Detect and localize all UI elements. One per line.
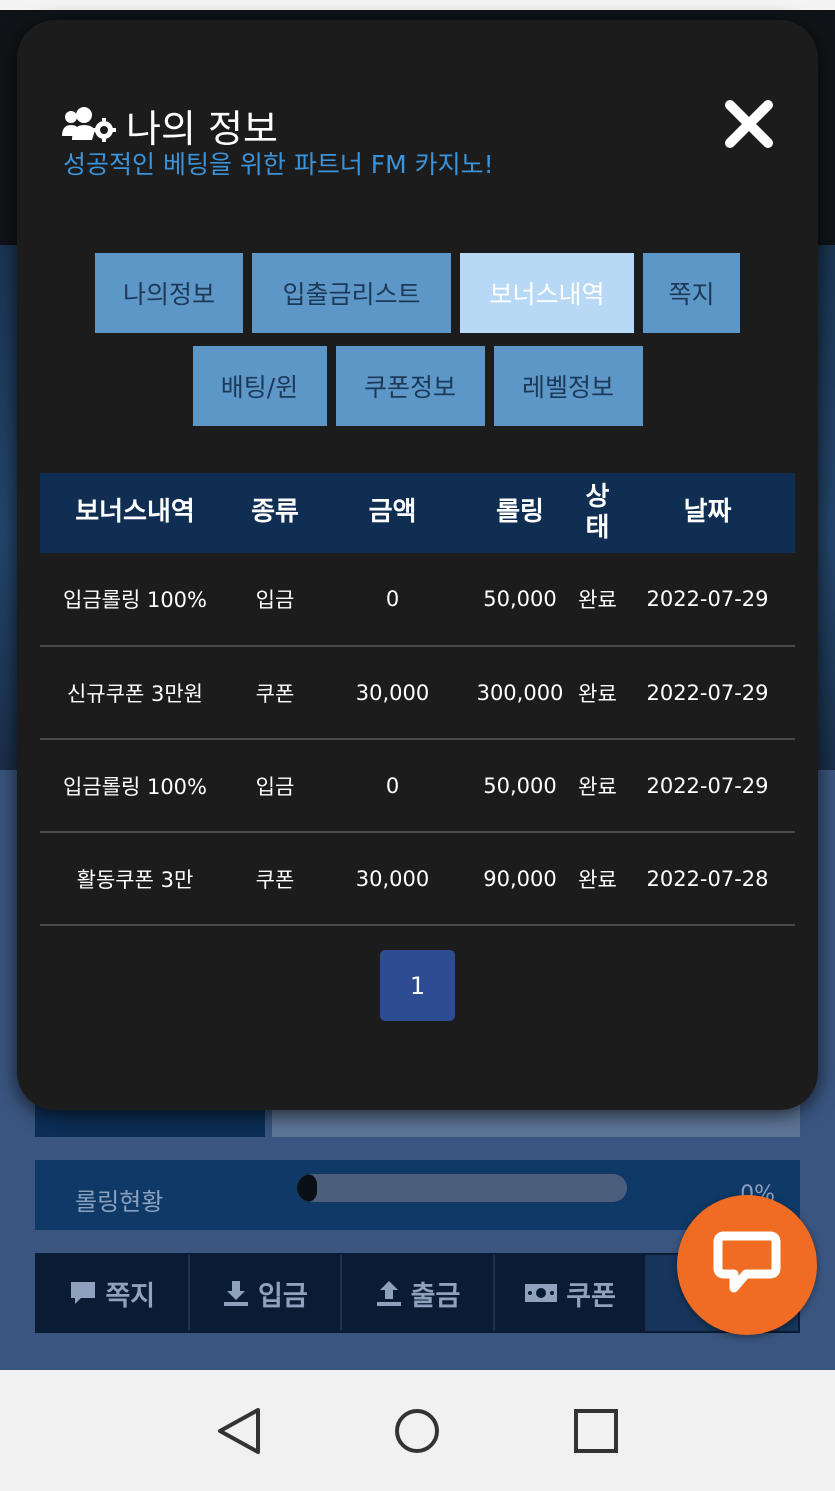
back-icon[interactable] [209, 1401, 269, 1461]
my-info-modal: 나의 정보 성공적인 베팅을 위한 파트너 FM 카지노! 나의정보 입출금리스… [17, 20, 818, 1110]
bottom-nav-withdraw[interactable]: 출금 [342, 1255, 495, 1331]
cell-rolling: 90,000 [465, 832, 575, 926]
home-icon[interactable] [387, 1401, 447, 1461]
cell-status: 완료 [575, 553, 620, 647]
cell-amount: 0 [320, 739, 465, 833]
cell-bonus: 활동쿠폰 3만 [40, 832, 230, 926]
bottom-nav-message[interactable]: 쪽지 [37, 1255, 190, 1331]
bonus-history-table: 보너스내역 종류 금액 롤링 상태 날짜 입금롤링 100% 입금 0 50,0… [40, 473, 795, 926]
close-button[interactable] [721, 98, 777, 154]
bottom-nav-deposit[interactable]: 입금 [190, 1255, 343, 1331]
cell-date: 2022-07-29 [620, 739, 795, 833]
users-gear-icon [62, 106, 116, 146]
tab-deposit-withdraw-list[interactable]: 입출금리스트 [252, 253, 451, 333]
cell-status: 완료 [575, 832, 620, 926]
pagination-page-1[interactable]: 1 [380, 950, 455, 1021]
system-navigation-bar [0, 1370, 835, 1491]
column-header-rolling: 롤링 [496, 497, 544, 528]
cell-rolling: 300,000 [465, 646, 575, 740]
cell-date: 2022-07-29 [620, 646, 795, 740]
tab-my-info[interactable]: 나의정보 [95, 253, 243, 333]
close-icon [724, 99, 774, 153]
table-row: 신규쿠폰 3만원 쿠폰 30,000 300,000 완료 2022-07-29 [40, 646, 795, 740]
cell-amount: 0 [320, 553, 465, 647]
rolling-progress-fill [297, 1174, 317, 1202]
cell-amount: 30,000 [320, 832, 465, 926]
status-bar [0, 0, 835, 10]
tab-bonus-history[interactable]: 보너스내역 [460, 253, 634, 333]
table-row: 활동쿠폰 3만 쿠폰 30,000 90,000 완료 2022-07-28 [40, 832, 795, 926]
cell-rolling: 50,000 [465, 739, 575, 833]
download-icon [222, 1279, 250, 1307]
bottom-nav-withdraw-label: 출금 [410, 1280, 461, 1312]
upload-icon [375, 1279, 403, 1307]
rolling-progress-bar [297, 1174, 627, 1202]
tab-messages[interactable]: 쪽지 [643, 253, 740, 333]
cell-amount: 30,000 [320, 646, 465, 740]
bottom-nav-deposit-label: 입금 [258, 1280, 308, 1312]
table-header-row: 보너스내역 종류 금액 롤링 상태 날짜 [40, 473, 795, 553]
table-row: 입금롤링 100% 입금 0 50,000 완료 2022-07-29 [40, 553, 795, 647]
tab-level-info[interactable]: 레벨정보 [493, 346, 643, 426]
table-row: 입금롤링 100% 입금 0 50,000 완료 2022-07-29 [40, 739, 795, 833]
tab-coupon-info[interactable]: 쿠폰정보 [335, 346, 485, 426]
bottom-nav-coupon[interactable]: 쿠폰 [495, 1255, 648, 1331]
modal-subtitle: 성공적인 베팅을 위한 파트너 FM 카지노! [63, 150, 494, 179]
recents-icon[interactable] [566, 1401, 626, 1461]
bottom-nav-message-label: 쪽지 [105, 1280, 156, 1312]
rolling-status-panel: 롤링현황 0% [35, 1160, 800, 1230]
message-icon [69, 1280, 97, 1306]
column-header-bonus: 보너스내역 [75, 497, 195, 528]
column-header-status: 상태 [585, 481, 610, 543]
cell-type: 입금 [230, 553, 320, 647]
live-chat-button[interactable] [677, 1195, 817, 1335]
cell-type: 쿠폰 [230, 832, 320, 926]
tabs-row-1: 나의정보 입출금리스트 보너스내역 쪽지 [17, 253, 818, 333]
column-header-date: 날짜 [683, 497, 732, 528]
column-header-amount: 금액 [368, 497, 417, 528]
cell-bonus: 입금롤링 100% [40, 739, 230, 833]
cell-type: 쿠폰 [230, 646, 320, 740]
rolling-status-label: 롤링현황 [75, 1188, 164, 1216]
tab-betting-win[interactable]: 배팅/윈 [192, 346, 327, 426]
cell-status: 완료 [575, 646, 620, 740]
cell-bonus: 신규쿠폰 3만원 [40, 646, 230, 740]
cell-status: 완료 [575, 739, 620, 833]
cell-type: 입금 [230, 739, 320, 833]
cell-date: 2022-07-28 [620, 832, 795, 926]
column-header-type: 종류 [251, 497, 299, 528]
tabs-row-2: 배팅/윈 쿠폰정보 레벨정보 [17, 346, 818, 426]
money-icon [524, 1282, 558, 1304]
cell-rolling: 50,000 [465, 553, 575, 647]
cell-bonus: 입금롤링 100% [40, 553, 230, 647]
bottom-nav-coupon-label: 쿠폰 [566, 1280, 616, 1312]
chat-bubble-icon [712, 1230, 782, 1300]
cell-date: 2022-07-29 [620, 553, 795, 647]
